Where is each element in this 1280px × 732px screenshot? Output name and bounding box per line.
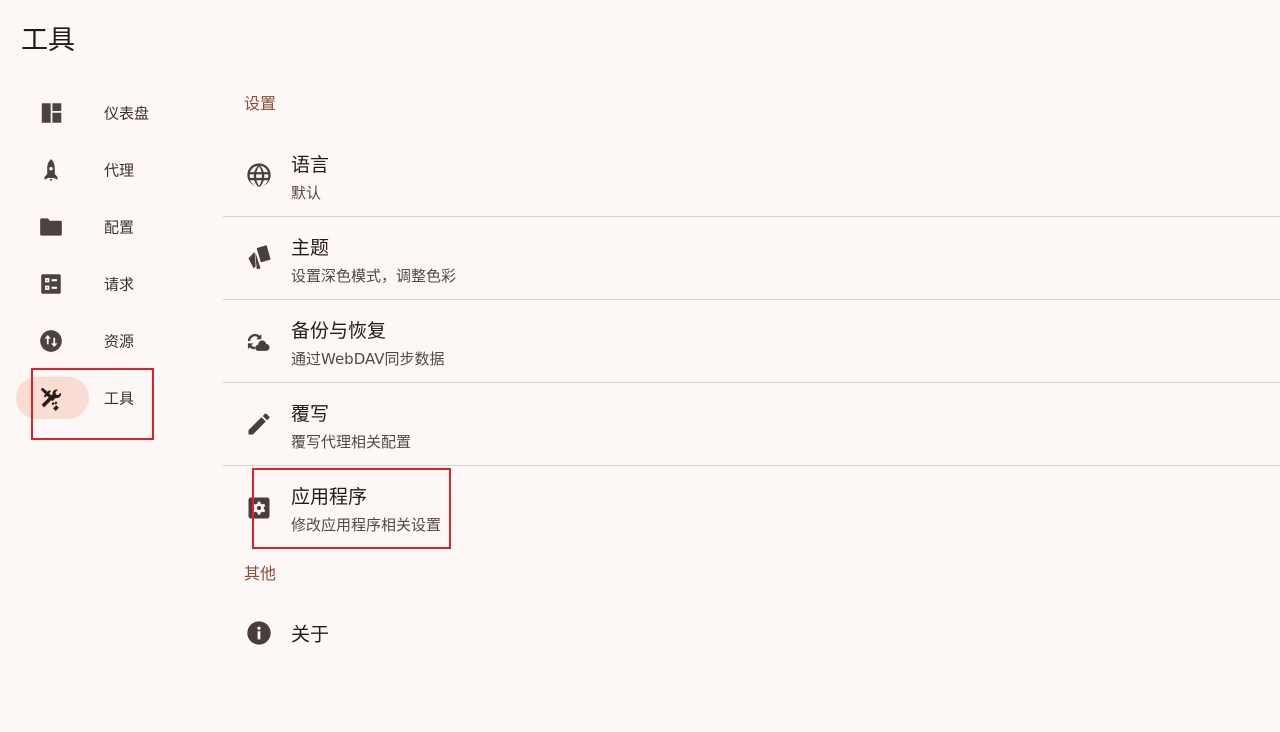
globe-icon [245, 161, 273, 189]
item-subtitle: 修改应用程序相关设置 [291, 516, 442, 534]
list-item-theme[interactable]: 主题 设置深色模式，调整色彩 [223, 217, 1280, 300]
item-title: 覆写 [291, 403, 330, 425]
item-subtitle: 设置深色模式，调整色彩 [291, 267, 457, 285]
cloud-sync-icon [245, 327, 273, 355]
sidebar-item-requests[interactable]: 请求 [0, 255, 200, 312]
folder-icon [38, 214, 64, 240]
list-item-language[interactable]: 语言 默认 [223, 134, 1280, 217]
app-window: 工具 仪表盘 代理 配置 请求 资源 工具 设置 语言 默认 主题 设置深色模式… [0, 0, 1280, 732]
sidebar-item-label: 请求 [104, 275, 135, 293]
list-alt-icon [38, 271, 64, 297]
page-title: 工具 [21, 25, 75, 56]
sidebar-item-config[interactable]: 配置 [0, 198, 200, 255]
item-title: 语言 [291, 154, 330, 176]
list-item-about[interactable]: 关于 [223, 598, 1280, 668]
sidebar-item-label: 资源 [104, 332, 135, 350]
sidebar-item-label: 代理 [104, 161, 135, 179]
sidebar-item-label: 仪表盘 [104, 104, 150, 122]
palette-swatch-icon [245, 244, 273, 272]
section-header-settings: 设置 [244, 94, 277, 113]
rocket-icon [38, 157, 64, 183]
item-title: 关于 [291, 623, 330, 646]
settings-applications-icon [245, 494, 273, 522]
section-header-others: 其他 [244, 564, 277, 583]
item-subtitle: 默认 [291, 184, 322, 202]
sidebar-item-label: 工具 [104, 389, 135, 407]
info-icon [245, 619, 273, 647]
pencil-icon [245, 410, 273, 438]
sidebar-item-dashboard[interactable]: 仪表盘 [0, 84, 200, 141]
list-item-backup-restore[interactable]: 备份与恢复 通过WebDAV同步数据 [223, 300, 1280, 383]
list-item-application[interactable]: 应用程序 修改应用程序相关设置 [223, 466, 1280, 549]
item-title: 主题 [291, 237, 330, 259]
dashboard-icon [38, 100, 64, 126]
item-title: 应用程序 [291, 486, 368, 508]
item-subtitle: 覆写代理相关配置 [291, 433, 412, 451]
sidebar-item-label: 配置 [104, 218, 135, 236]
sidebar-item-resources[interactable]: 资源 [0, 312, 200, 369]
sidebar-item-proxy[interactable]: 代理 [0, 141, 200, 198]
list-item-override[interactable]: 覆写 覆写代理相关配置 [223, 383, 1280, 466]
item-subtitle: 通过WebDAV同步数据 [291, 350, 445, 368]
sidebar-nav: 仪表盘 代理 配置 请求 资源 工具 [0, 84, 200, 426]
item-title: 备份与恢复 [291, 320, 387, 342]
tools-list: 设置 语言 默认 主题 设置深色模式，调整色彩 备份与恢复 通过WebDAV同步… [223, 84, 1280, 668]
tools-icon [38, 385, 64, 411]
swap-vertical-icon [38, 328, 64, 354]
sidebar-item-tools[interactable]: 工具 [0, 369, 200, 426]
